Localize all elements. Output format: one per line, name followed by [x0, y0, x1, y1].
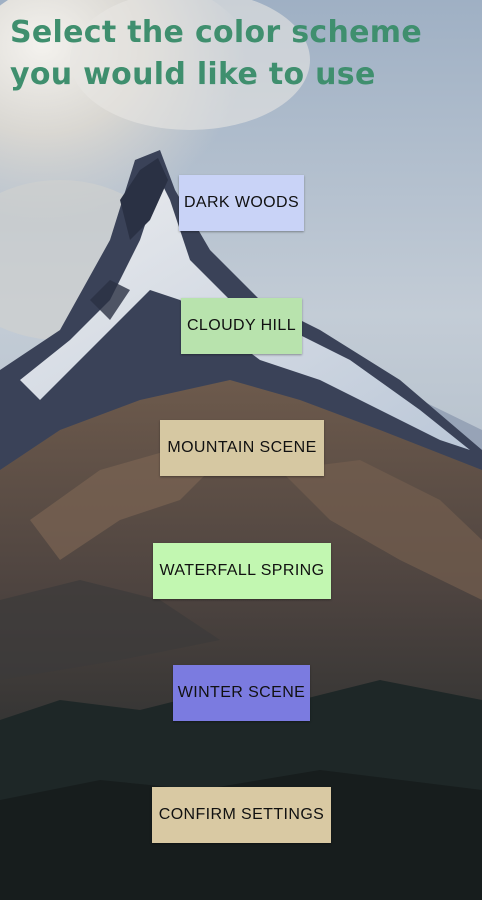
page-title: Select the color scheme you would like t… — [10, 15, 423, 92]
cloudy-hill-button[interactable]: CLOUDY HILL — [181, 298, 302, 354]
waterfall-spring-button[interactable]: WATERFALL SPRING — [153, 543, 331, 599]
dark-woods-button[interactable]: DARK WOODS — [179, 175, 304, 231]
winter-scene-button[interactable]: WINTER SCENE — [173, 665, 310, 721]
mountain-scene-button[interactable]: MOUNTAIN SCENE — [160, 420, 324, 476]
color-scheme-screen: Select the color scheme you would like t… — [0, 0, 482, 900]
confirm-settings-button[interactable]: CONFIRM SETTINGS — [152, 787, 331, 843]
